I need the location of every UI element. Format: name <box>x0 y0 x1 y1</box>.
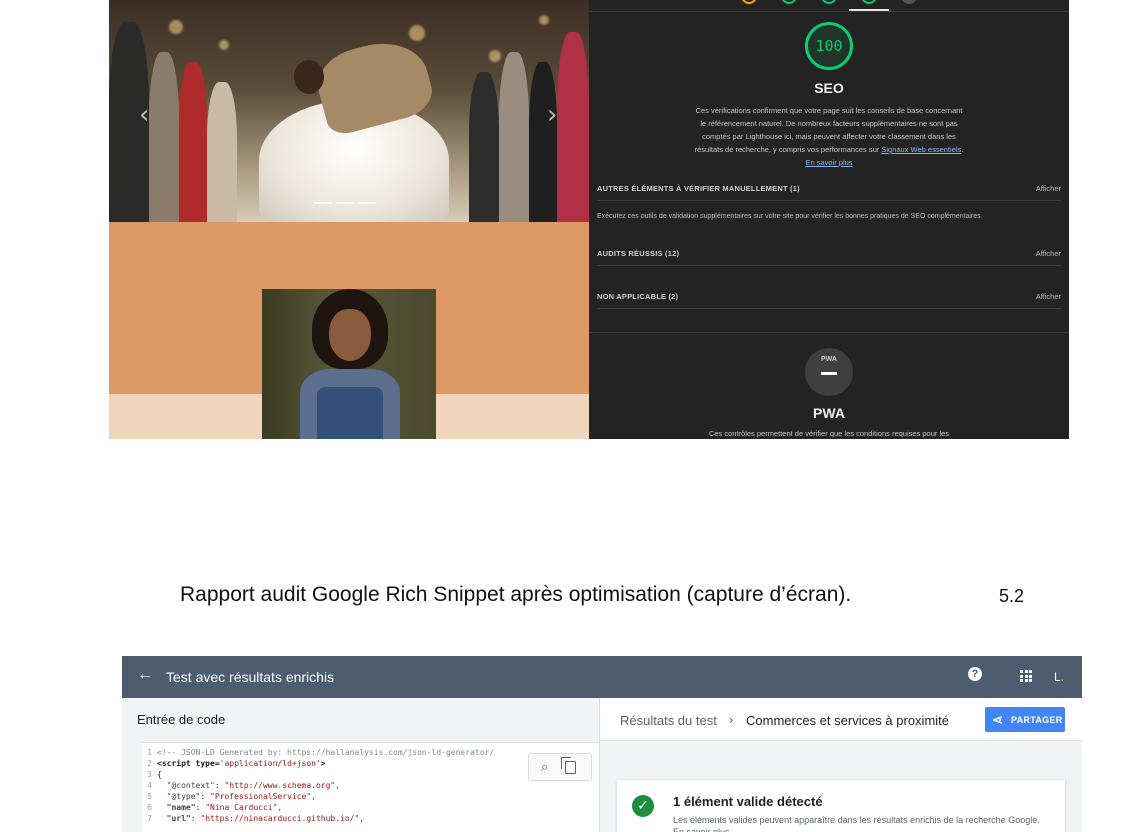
search-icon[interactable]: ⌕ <box>541 759 548 775</box>
best-practices-gauge-icon[interactable] <box>821 0 837 4</box>
breadcrumb-test-results[interactable]: Résultats du test <box>620 713 717 728</box>
rich-results-screenshot: ← Test avec résultats enrichis ? L. Entr… <box>122 656 1082 832</box>
not-applicable-row[interactable]: NON APPLICABLE (2) Afficher <box>597 288 1061 309</box>
code-line: 2 <script type='application/ld+json'> <box>147 759 326 768</box>
carousel-indicators[interactable] <box>314 202 376 204</box>
seo-score-gauge: 100 <box>805 22 853 70</box>
carousel-indicator[interactable] <box>336 202 354 204</box>
figure-caption: Rapport audit Google Rich Snippet après … <box>180 583 852 606</box>
rich-results-header: ← Test avec résultats enrichis ? L. <box>122 656 1082 698</box>
code-line: 6 "name": "Nina Carducci", <box>147 803 283 812</box>
not-applicable-show-toggle[interactable]: Afficher <box>1036 292 1061 301</box>
account-avatar[interactable]: L. <box>1054 670 1064 684</box>
code-line: 4 "@context": "http://www.schema.org", <box>147 781 341 790</box>
code-tools: ⌕ <box>528 753 592 781</box>
carousel-prev-icon[interactable]: ‹ <box>139 100 149 130</box>
passed-audits-row[interactable]: AUDITS RÉUSSIS (12) Afficher <box>597 245 1061 266</box>
valid-items-card[interactable]: ✓ 1 élément valide détecté Les éléments … <box>617 780 1065 832</box>
share-button[interactable]: ⋖ PARTAGER <box>985 707 1065 732</box>
results-breadcrumb-bar: Résultats du test › Commerces et service… <box>600 698 1082 741</box>
seo-title: SEO <box>814 80 844 96</box>
code-pane-title: Entrée de code <box>137 712 226 727</box>
lighthouse-report-panel: 100 SEO Ces vérifications confirment que… <box>589 0 1069 439</box>
bride-head <box>294 60 324 94</box>
header-title: Test avec résultats enrichis <box>166 669 335 685</box>
help-icon[interactable]: ? <box>968 667 982 681</box>
code-input-pane: Entrée de code 1 <!-- JSON-LD Generated b… <box>122 698 600 832</box>
copy-icon[interactable] <box>561 757 576 774</box>
passed-audits-show-toggle[interactable]: Afficher <box>1036 249 1061 258</box>
accessibility-gauge-icon[interactable] <box>781 0 797 4</box>
section-divider <box>589 332 1069 333</box>
share-icon: ⋖ <box>992 712 1003 727</box>
category-gauges-row <box>589 0 1069 12</box>
portrait-photo <box>262 289 436 439</box>
code-line: 7 "url": "https://ninacarducci.github.io… <box>147 814 365 823</box>
test-results-pane: Résultats du test › Commerces et service… <box>600 698 1082 832</box>
active-category-underline <box>849 9 889 11</box>
figure-number: 5.2 <box>999 586 1025 606</box>
code-line: 3{ <box>147 770 162 779</box>
pwa-score-gauge: PWA <box>805 348 853 396</box>
passed-audits-label: AUDITS RÉUSSIS (12) <box>597 249 680 258</box>
code-line: 5 "@type": "ProfessionalService", <box>147 792 316 801</box>
code-line: 1 <!-- JSON-LD Generated by: https://hall… <box>147 748 495 757</box>
chevron-right-icon: › <box>729 712 734 727</box>
check-circle-icon: ✓ <box>632 795 654 817</box>
valid-items-title: 1 élément valide détecté <box>673 794 823 809</box>
manual-checks-show-toggle[interactable]: Afficher <box>1036 184 1061 193</box>
seo-gauge-icon[interactable] <box>861 0 877 4</box>
pwa-gauge-label: PWA <box>821 356 837 363</box>
breadcrumb-local-business: Commerces et services à proximité <box>746 713 949 728</box>
pwa-description: Ces contrôles permettent de vérifier que… <box>708 429 950 438</box>
share-button-label: PARTAGER <box>1011 715 1063 725</box>
lighthouse-screenshot: ‹ › 100 SEO Ces vérifications confirment… <box>109 0 1069 439</box>
back-arrow-icon[interactable]: ← <box>137 666 153 684</box>
seo-description: Ces vérifications confirment que votre p… <box>694 106 964 167</box>
carousel-indicator[interactable] <box>314 202 332 204</box>
manual-checks-label: AUTRES ÉLÉMENTS À VÉRIFIER MANUELLEMENT … <box>597 184 800 193</box>
pwa-gauge-icon[interactable] <box>901 0 917 4</box>
not-applicable-label: NON APPLICABLE (2) <box>597 292 679 301</box>
manual-checks-note: Exécutez ces outils de validation supplé… <box>597 213 983 220</box>
carousel-next-icon[interactable]: › <box>547 100 557 130</box>
carousel-indicator[interactable] <box>358 202 376 204</box>
code-editor[interactable]: 1 <!-- JSON-LD Generated by: https://hall… <box>142 742 599 832</box>
website-preview: ‹ › <box>109 0 589 439</box>
pwa-title: PWA <box>813 405 845 421</box>
apps-grid-icon[interactable] <box>1020 670 1032 682</box>
performance-gauge-icon[interactable] <box>741 0 757 4</box>
pwa-gauge-dash <box>821 372 837 375</box>
core-web-vitals-link[interactable]: Signaux Web essentiels <box>881 145 961 154</box>
valid-items-description: Les éléments valides peuvent apparaître … <box>673 815 1040 832</box>
learn-more-link[interactable]: En savoir plus <box>805 158 852 167</box>
manual-checks-row[interactable]: AUTRES ÉLÉMENTS À VÉRIFIER MANUELLEMENT … <box>597 180 1061 201</box>
hero-carousel-image: ‹ › <box>109 0 589 222</box>
